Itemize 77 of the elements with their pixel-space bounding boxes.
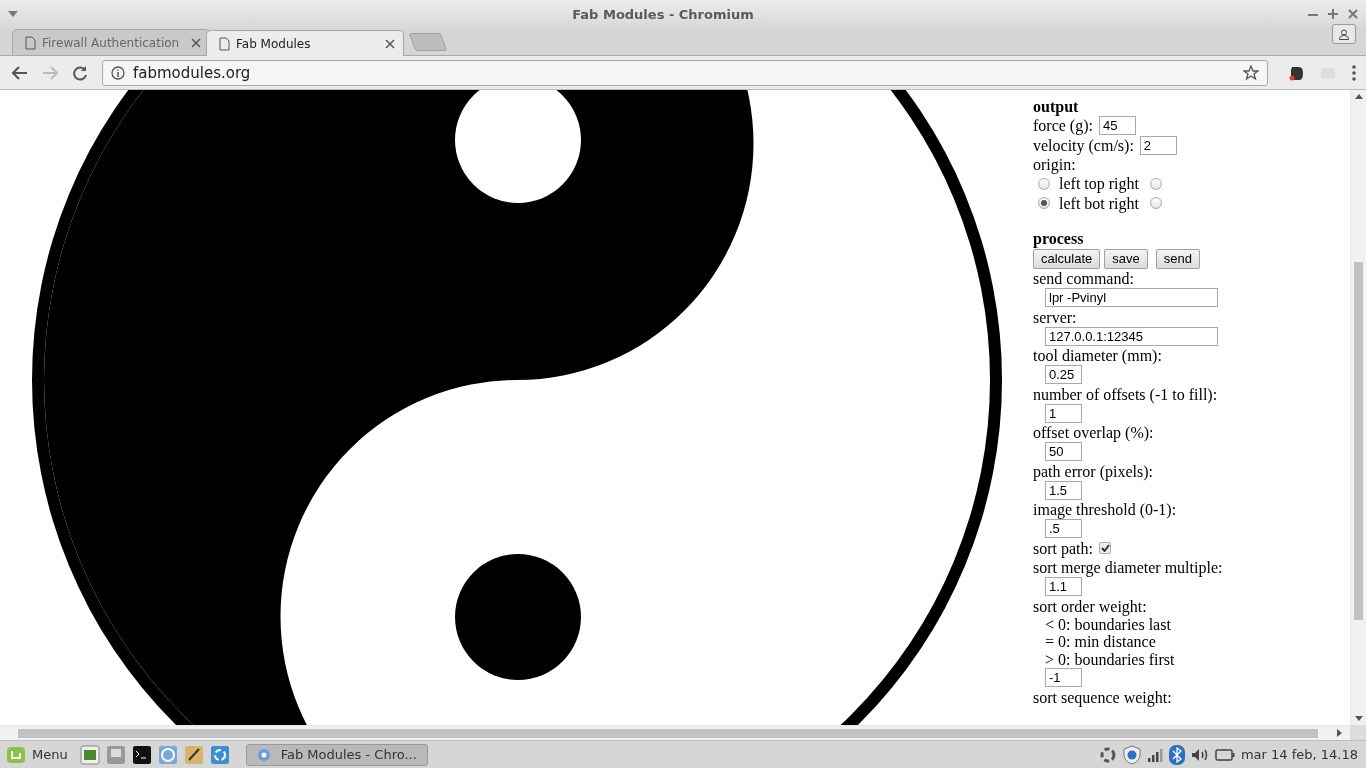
- field-label: sort order weight:: [1033, 596, 1148, 616]
- radio-button[interactable]: [1150, 197, 1162, 210]
- section-heading: process: [1033, 229, 1085, 248]
- field-label: tool diameter (mm):: [1033, 346, 1163, 365]
- input-field[interactable]: 1.5: [1045, 480, 1082, 500]
- radio-label: left top right: [1059, 174, 1139, 194]
- field-label: sort sequence weight:: [1033, 687, 1173, 707]
- scroll-right-icon[interactable]: [1337, 729, 1342, 737]
- action-button[interactable]: send: [1155, 248, 1200, 269]
- page-icon: [25, 35, 36, 50]
- field-label: offset overlap (%):: [1033, 423, 1155, 442]
- field-label: force (g):: [1033, 116, 1093, 136]
- close-icon[interactable]: [191, 37, 201, 48]
- field-label: sort merge diameter multiple:: [1033, 558, 1224, 577]
- person-icon: [1339, 28, 1349, 40]
- battery-icon[interactable]: [1214, 748, 1235, 761]
- bluetooth-icon[interactable]: [1168, 744, 1185, 765]
- scroll-down-icon[interactable]: [1354, 716, 1363, 721]
- input-field[interactable]: 127.0.0.1:12345: [1045, 326, 1218, 346]
- menu-label[interactable]: Menu: [32, 747, 68, 762]
- clock-text: mar 14 feb, 14.18: [1240, 747, 1358, 762]
- maximize-icon[interactable]: [1328, 9, 1338, 19]
- radio-button[interactable]: [1038, 197, 1050, 210]
- input-field[interactable]: 45: [1098, 116, 1136, 136]
- desktop-icon[interactable]: [79, 744, 100, 765]
- note-text: > 0: boundaries first: [1044, 650, 1176, 668]
- star-icon[interactable]: [1243, 64, 1259, 81]
- shield-icon[interactable]: [1122, 744, 1141, 765]
- field-label: send command:: [1033, 269, 1135, 288]
- browser-tab[interactable]: Fab Modules: [206, 30, 404, 56]
- radio-button[interactable]: [1150, 177, 1162, 190]
- swirl-icon[interactable]: [209, 744, 230, 765]
- scroll-up-icon[interactable]: [1354, 94, 1363, 99]
- field-label: image threshold (0-1):: [1033, 500, 1178, 519]
- address-bar[interactable]: fabmodules.org: [102, 59, 1268, 86]
- radio-button[interactable]: [1038, 177, 1050, 190]
- field-label: origin:: [1033, 155, 1077, 174]
- profile-button[interactable]: [1332, 24, 1356, 44]
- close-icon[interactable]: [1348, 9, 1358, 19]
- action-button[interactable]: calculate: [1033, 248, 1101, 269]
- checkbox[interactable]: [1099, 542, 1111, 555]
- horizontal-scrollbar[interactable]: [0, 725, 1350, 740]
- swirl-icon[interactable]: [1098, 745, 1117, 764]
- field-label: sort path:: [1033, 538, 1093, 558]
- window-menu-icon[interactable]: [8, 11, 18, 17]
- taskbar-window-button[interactable]: Fab Modules - Chro...: [245, 743, 428, 766]
- note-text: = 0: min distance: [1044, 633, 1157, 651]
- browser-icon: [256, 747, 271, 762]
- input-field[interactable]: -1: [1045, 668, 1082, 688]
- reload-icon[interactable]: [72, 64, 88, 81]
- input-field[interactable]: 1.1: [1045, 577, 1082, 597]
- field-label: number of offsets (-1 to fill):: [1033, 384, 1219, 404]
- menu-icon[interactable]: [1352, 64, 1356, 81]
- info-icon[interactable]: [111, 65, 125, 80]
- field-label: velocity (cm/s):: [1033, 135, 1134, 155]
- input-field[interactable]: 2: [1139, 135, 1177, 155]
- close-icon[interactable]: [385, 38, 395, 49]
- check-icon: [1100, 544, 1110, 553]
- input-field[interactable]: .5: [1045, 519, 1082, 539]
- input-field[interactable]: 1: [1045, 403, 1082, 423]
- terminal-icon[interactable]: [131, 744, 152, 765]
- back-icon[interactable]: [12, 65, 28, 80]
- input-field[interactable]: lpr -Pvinyl: [1045, 288, 1218, 308]
- field-label: path error (pixels):: [1033, 461, 1154, 481]
- field-label: server:: [1033, 307, 1078, 327]
- section-heading: output: [1033, 97, 1080, 116]
- note-text: < 0: boundaries last: [1044, 615, 1172, 633]
- vertical-scrollbar[interactable]: [1350, 90, 1366, 725]
- action-button[interactable]: save: [1104, 248, 1148, 269]
- volume-icon[interactable]: [1190, 747, 1209, 762]
- signal-icon[interactable]: [1146, 746, 1163, 763]
- input-field[interactable]: 0.25: [1045, 365, 1082, 385]
- radio-label: left bot right: [1059, 193, 1139, 213]
- page-icon: [219, 36, 230, 51]
- editor-icon[interactable]: [183, 744, 204, 765]
- input-field[interactable]: 50: [1045, 442, 1082, 462]
- window-title: Fab Modules - Chromium: [571, 6, 755, 22]
